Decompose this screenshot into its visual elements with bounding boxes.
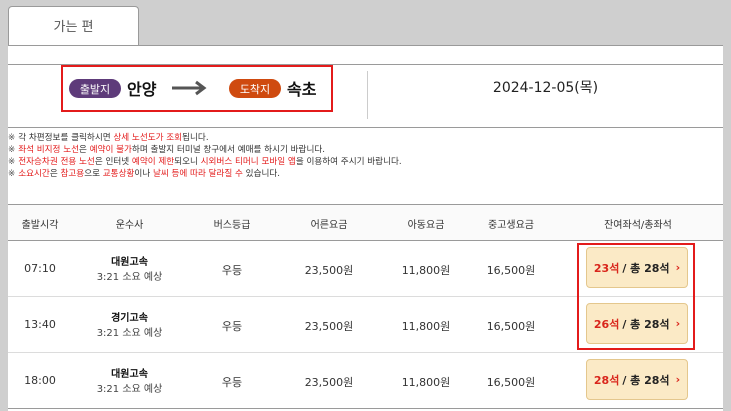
child-fare: 11,800원 — [401, 376, 451, 389]
column-header: 출발시각 — [21, 220, 59, 231]
notice-emphasis: 상세 노선도가 조회 — [113, 133, 183, 143]
notice-text: 되오니 — [174, 157, 201, 167]
bus-grade: 우등 — [221, 264, 243, 277]
remaining-seats: 28석 — [593, 373, 620, 387]
column-header: 아동요금 — [407, 220, 445, 231]
column-header: 잔여좌석/총좌석 — [604, 220, 672, 231]
notice-emphasis: 교통상황 — [102, 169, 135, 179]
long-right-arrow-icon — [172, 80, 207, 96]
notice-emphasis: 좌석 비지정 노선 — [18, 145, 80, 155]
column-header: 운수사 — [115, 220, 144, 231]
table-header: 출발시각 운수사 버스등급 어른요금 아동요금 중고생요금 잔여좌석/총좌석 — [8, 204, 723, 241]
notice-text: 은 — [79, 145, 90, 155]
seat-select-button[interactable]: 26석 / 총 28석 › — [586, 303, 688, 344]
student-fare: 16,500원 — [486, 264, 536, 277]
notice-mark: ※ — [8, 169, 16, 179]
student-fare: 16,500원 — [486, 376, 536, 389]
bus-company: 경기고속 — [111, 313, 148, 324]
adult-fare: 23,500원 — [304, 376, 354, 389]
table-row[interactable]: 18:00 대원고속 3:21 소요 예상 우등 23,500원 11,800원 16,50… — [8, 353, 723, 409]
notice-text: 있습니다. — [242, 169, 281, 179]
notice-text: 은 인터넷 — [94, 157, 132, 167]
child-fare: 11,800원 — [401, 320, 451, 333]
column-header: 버스등급 — [213, 220, 251, 231]
bus-grade: 우등 — [221, 376, 243, 389]
notice-emphasis: 소요시간 — [18, 169, 50, 179]
departure-time: 13:40 — [24, 318, 56, 331]
chevron-right-icon: › — [675, 317, 681, 330]
notice-mark: ※ — [8, 133, 16, 143]
seat-select-button[interactable]: 28석 / 총 28석 › — [586, 359, 688, 400]
column-header: 어른요금 — [310, 220, 348, 231]
departure-time: 07:10 — [24, 262, 56, 275]
notice-text: 이나 — [134, 169, 153, 179]
chevron-right-icon: › — [675, 373, 681, 386]
arrival-city: 속초 — [287, 80, 317, 99]
adult-fare: 23,500원 — [304, 320, 354, 333]
notice-mark: ※ — [8, 157, 16, 167]
notice-item: ※ 전자승차권 전용 노선은 인터넷 예약이 제한되오니 시외버스 티머니 모바일… — [8, 156, 723, 168]
bus-company: 대원고속 — [111, 257, 148, 268]
notice-emphasis: 예약이 제한 — [131, 157, 175, 167]
chevron-right-icon: › — [675, 261, 681, 274]
notice-mark: ※ — [8, 145, 16, 155]
adult-fare: 23,500원 — [304, 264, 354, 277]
notice-emphasis: 참고용 — [60, 169, 85, 179]
notice-text: 각 차편정보를 클릭하시면 — [18, 133, 114, 143]
total-seats: / 총 28석 — [622, 373, 670, 387]
travel-duration: 3:21 소요 예상 — [96, 384, 163, 395]
notice-emphasis: 날씨 등에 따라 달라질 수 — [152, 169, 243, 179]
arrival-badge: 도착지 — [229, 79, 281, 98]
notice-text: 은 — [49, 169, 61, 179]
table-row[interactable]: 07:10 대원고속 3:21 소요 예상 우등 23,500원 11,800원 16,50… — [8, 241, 723, 297]
notice-item: ※ 소요시간은 참고용으로 교통상황이나 날씨 등에 따라 달라질 수 있습니다. — [8, 168, 723, 180]
divider — [8, 45, 723, 46]
total-seats: / 총 28석 — [622, 317, 670, 331]
travel-duration: 3:21 소요 예상 — [96, 328, 163, 339]
departure-badge: 출발지 — [69, 79, 121, 98]
notice-item: ※ 좌석 비지정 노선은 예약이 불가하며 출발지 터미널 창구에서 예매를 하시… — [8, 144, 723, 156]
departure-time: 18:00 — [24, 374, 56, 387]
notice-emphasis: 시외버스 티머니 모바일 앱 — [200, 157, 296, 167]
remaining-seats: 23석 — [593, 261, 620, 275]
total-seats: / 총 28석 — [622, 261, 670, 275]
student-fare: 16,500원 — [486, 320, 536, 333]
route-summary: 출발지 안양 도착지 속초 2024-12-05(목) — [8, 64, 723, 128]
table-body: 07:10 대원고속 3:21 소요 예상 우등 23,500원 11,800원 16,50… — [8, 241, 723, 409]
tab-outbound[interactable]: 가는 편 — [8, 6, 139, 46]
notice-emphasis: 예약이 불가 — [89, 145, 132, 155]
notice-text: 됩니다. — [182, 133, 209, 143]
seat-select-button[interactable]: 23석 / 총 28석 › — [586, 247, 688, 288]
bus-company: 대원고속 — [111, 369, 148, 380]
child-fare: 11,800원 — [401, 264, 451, 277]
table-row[interactable]: 13:40 경기고속 3:21 소요 예상 우등 23,500원 11,800원 16,50… — [8, 297, 723, 353]
bus-grade: 우등 — [221, 320, 243, 333]
notice-item: ※ 각 차편정보를 클릭하시면 상세 노선도가 조회됩니다. — [8, 132, 723, 144]
departure-city: 안양 — [127, 80, 157, 99]
tab-strip: 가는 편 — [0, 0, 731, 46]
notice-text: 으로 — [84, 169, 103, 179]
notice-list: ※ 각 차편정보를 클릭하시면 상세 노선도가 조회됩니다. ※ 좌석 비지정 노선은… — [8, 132, 723, 180]
schedule-table: 출발시각 운수사 버스등급 어른요금 아동요금 중고생요금 잔여좌석/총좌석 07:10 대원… — [8, 204, 723, 409]
route-highlight-box: 출발지 안양 도착지 속초 — [61, 65, 333, 112]
content-panel: 출발지 안양 도착지 속초 2024-12-05(목) ※ 각 차편정보를 클릭하… — [8, 45, 723, 411]
travel-duration: 3:21 소요 예상 — [96, 272, 163, 283]
notice-emphasis: 전자승차권 전용 노선 — [18, 157, 95, 167]
remaining-seats: 26석 — [593, 317, 620, 331]
notice-text: 하며 출발지 터미널 창구에서 예매를 하시기 바랍니다. — [131, 145, 325, 155]
travel-date: 2024-12-05(목) — [492, 80, 599, 96]
notice-text: 을 이용하여 주시기 바랍니다. — [295, 157, 402, 167]
column-header: 중고생요금 — [488, 220, 534, 231]
